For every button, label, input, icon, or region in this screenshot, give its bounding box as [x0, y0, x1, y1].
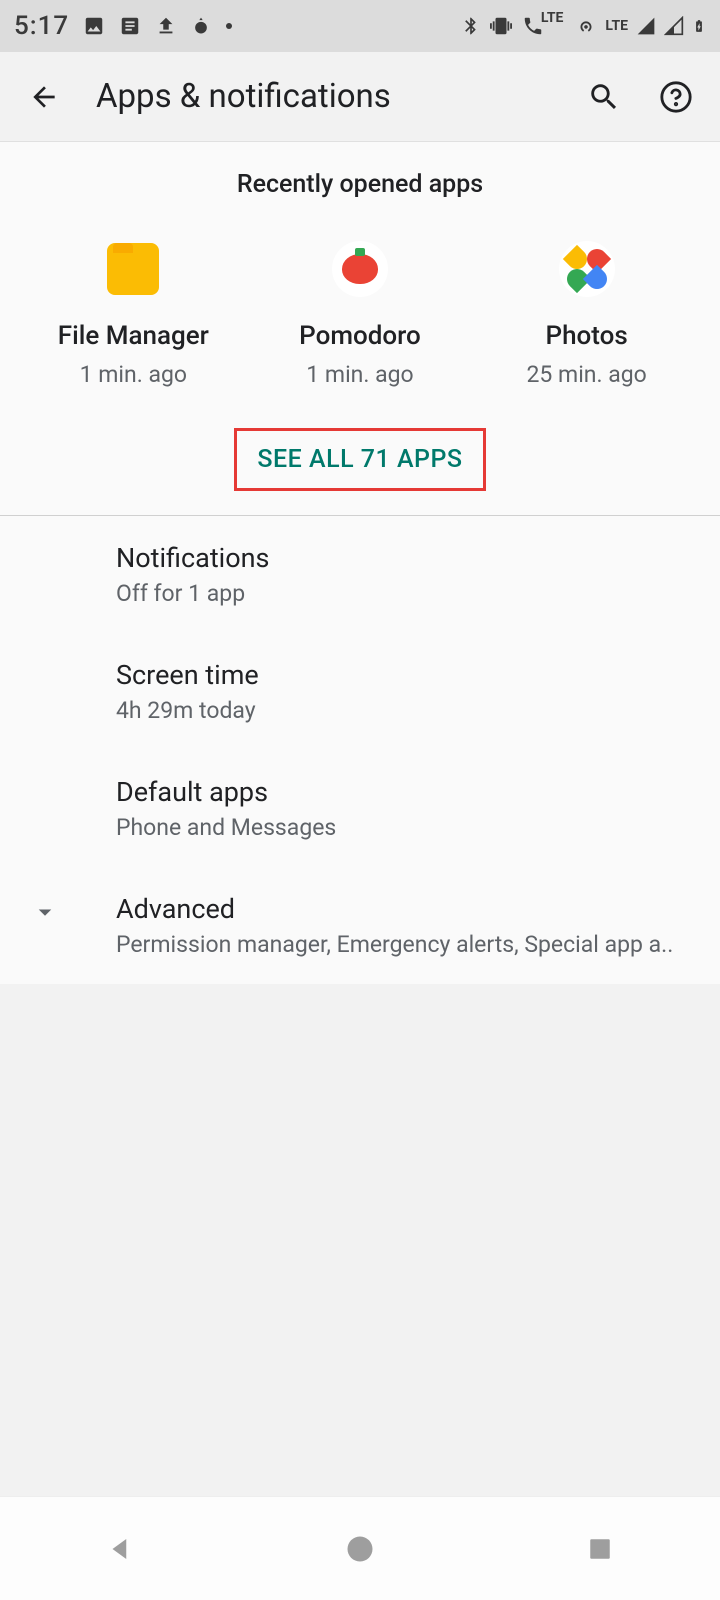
nav-recent-button[interactable]	[560, 1524, 640, 1574]
image-icon	[83, 15, 105, 37]
setting-screen-time[interactable]: Screen time 4h 29m today	[0, 633, 720, 750]
page-title: Apps & notifications	[96, 77, 580, 116]
setting-title: Screen time	[116, 659, 696, 691]
lte-label: LTE	[605, 18, 628, 34]
setting-notifications[interactable]: Notifications Off for 1 app	[0, 516, 720, 633]
app-time-label: 1 min. ago	[306, 361, 413, 388]
setting-subtitle: Phone and Messages	[116, 814, 696, 841]
setting-advanced[interactable]: Advanced Permission manager, Emergency a…	[0, 867, 720, 984]
chevron-down-icon	[30, 897, 60, 931]
nav-back-button[interactable]	[80, 1524, 160, 1574]
setting-subtitle: Off for 1 app	[116, 580, 696, 607]
app-name-label: File Manager	[58, 321, 209, 351]
battery-icon	[692, 15, 706, 37]
app-bar: Apps & notifications	[0, 52, 720, 142]
recent-app-pomodoro[interactable]: Pomodoro 1 min. ago	[260, 241, 460, 388]
vibrate-icon	[489, 15, 513, 37]
recent-apps-row: File Manager 1 min. ago Pomodoro 1 min. …	[0, 211, 720, 398]
bluetooth-icon	[461, 15, 481, 37]
search-button[interactable]	[580, 73, 628, 121]
photos-icon	[559, 241, 615, 297]
recent-app-photos[interactable]: Photos 25 min. ago	[487, 241, 687, 388]
setting-title: Default apps	[116, 776, 696, 808]
app-icon	[191, 16, 211, 36]
nav-home-button[interactable]	[320, 1524, 400, 1574]
recent-section-header: Recently opened apps	[0, 142, 720, 211]
settings-list: Notifications Off for 1 app Screen time …	[0, 516, 720, 984]
upload-icon	[155, 15, 177, 37]
recent-app-file-manager[interactable]: File Manager 1 min. ago	[33, 241, 233, 388]
signal-icon-1	[636, 16, 656, 36]
pomodoro-icon	[332, 241, 388, 297]
status-bar: 5:17 LTE LTE	[0, 0, 720, 52]
app-name-label: Photos	[545, 321, 627, 351]
signal-icon-2	[664, 16, 684, 36]
back-button[interactable]	[20, 73, 68, 121]
hotspot-icon	[575, 15, 597, 37]
content-area: Recently opened apps File Manager 1 min.…	[0, 142, 720, 984]
status-time: 5:17	[14, 11, 69, 41]
navigation-bar	[0, 1496, 720, 1600]
volte-icon: LTE	[521, 15, 568, 37]
setting-default-apps[interactable]: Default apps Phone and Messages	[0, 750, 720, 867]
app-time-label: 25 min. ago	[526, 361, 646, 388]
dot-icon	[225, 22, 233, 30]
setting-subtitle: 4h 29m today	[116, 697, 696, 724]
notes-icon	[119, 15, 141, 37]
setting-title: Advanced	[116, 893, 696, 925]
app-time-label: 1 min. ago	[80, 361, 187, 388]
help-button[interactable]	[652, 73, 700, 121]
setting-subtitle: Permission manager, Emergency alerts, Sp…	[116, 931, 696, 958]
app-name-label: Pomodoro	[299, 321, 421, 351]
file-manager-icon	[105, 241, 161, 297]
see-all-apps-button[interactable]: SEE ALL 71 APPS	[234, 428, 485, 491]
setting-title: Notifications	[116, 542, 696, 574]
